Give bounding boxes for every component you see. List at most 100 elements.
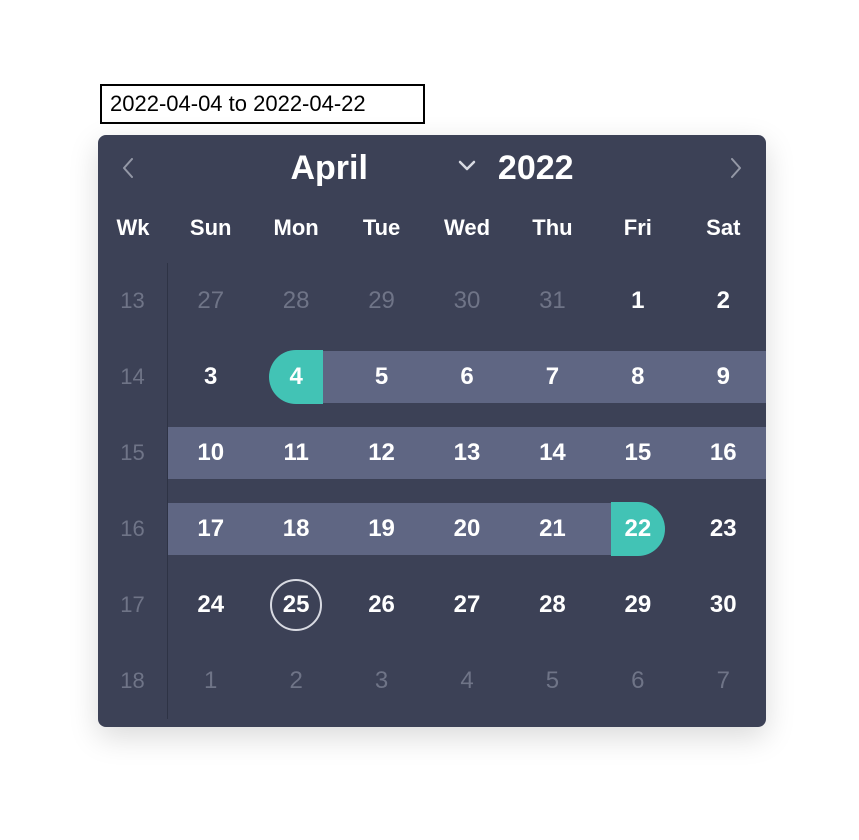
calendar-day[interactable]: 30 bbox=[424, 263, 509, 339]
calendar-day[interactable]: 11 bbox=[253, 415, 338, 491]
calendar-day[interactable]: 27 bbox=[424, 567, 509, 643]
month-select[interactable]: April bbox=[290, 149, 475, 188]
calendar-day[interactable]: 12 bbox=[339, 415, 424, 491]
calendar-day[interactable]: 21 bbox=[510, 491, 595, 567]
calendar-day[interactable]: 2 bbox=[681, 263, 766, 339]
week-number: 14 bbox=[98, 339, 168, 415]
week-number: 17 bbox=[98, 567, 168, 643]
calendar-day[interactable]: 13 bbox=[424, 415, 509, 491]
weekday-header-sat: Sat bbox=[681, 201, 766, 263]
weekday-header-sun: Sun bbox=[168, 201, 253, 263]
calendar-day-number: 13 bbox=[454, 439, 481, 467]
calendar-day[interactable]: 14 bbox=[510, 415, 595, 491]
calendar-day[interactable]: 27 bbox=[168, 263, 253, 339]
calendar-day-number: 12 bbox=[368, 439, 395, 467]
calendar-day-number: 5 bbox=[375, 363, 388, 391]
calendar-day[interactable]: 24 bbox=[168, 567, 253, 643]
calendar-day[interactable]: 3 bbox=[339, 643, 424, 719]
calendar-day[interactable]: 18 bbox=[253, 491, 338, 567]
calendar-day-number: 20 bbox=[454, 515, 481, 543]
chevron-left-icon bbox=[121, 157, 135, 179]
calendar-day[interactable]: 30 bbox=[681, 567, 766, 643]
calendar-day[interactable]: 29 bbox=[595, 567, 680, 643]
calendar-day[interactable]: 1 bbox=[595, 263, 680, 339]
calendar-day-number: 4 bbox=[269, 350, 323, 404]
calendar-day[interactable]: 7 bbox=[510, 339, 595, 415]
calendar-day-number: 31 bbox=[539, 287, 566, 315]
prev-month-button[interactable] bbox=[116, 157, 140, 179]
calendar-day[interactable]: 20 bbox=[424, 491, 509, 567]
calendar-day-number: 18 bbox=[283, 515, 310, 543]
calendar-day[interactable]: 3 bbox=[168, 339, 253, 415]
calendar-day-number: 19 bbox=[368, 515, 395, 543]
calendar-day[interactable]: 6 bbox=[424, 339, 509, 415]
calendar-day-number: 7 bbox=[717, 667, 730, 695]
chevron-right-icon bbox=[729, 157, 743, 179]
calendar-day[interactable]: 17 bbox=[168, 491, 253, 567]
calendar-day[interactable]: 1 bbox=[168, 643, 253, 719]
calendar-day[interactable]: 25 bbox=[253, 567, 338, 643]
calendar-day-number: 29 bbox=[368, 287, 395, 315]
calendar-day-number: 29 bbox=[625, 591, 652, 619]
calendar-day[interactable]: 7 bbox=[681, 643, 766, 719]
calendar-day[interactable]: 5 bbox=[339, 339, 424, 415]
chevron-down-icon bbox=[458, 159, 476, 177]
calendar-day[interactable]: 8 bbox=[595, 339, 680, 415]
calendar-day-number: 3 bbox=[375, 667, 388, 695]
calendar-day-number: 28 bbox=[283, 287, 310, 315]
calendar-day[interactable]: 19 bbox=[339, 491, 424, 567]
month-label: April bbox=[290, 149, 367, 188]
calendar-day-number: 6 bbox=[631, 667, 644, 695]
calendar-day[interactable]: 31 bbox=[510, 263, 595, 339]
calendar-header: April 2022 bbox=[98, 135, 766, 201]
year-select[interactable]: 2022 bbox=[498, 149, 574, 188]
weekday-header-thu: Thu bbox=[510, 201, 595, 263]
calendar-day-number: 3 bbox=[204, 363, 217, 391]
calendar-day[interactable]: 16 bbox=[681, 415, 766, 491]
calendar-day-number: 26 bbox=[368, 591, 395, 619]
calendar-day-number: 6 bbox=[460, 363, 473, 391]
calendar-day-number: 27 bbox=[454, 591, 481, 619]
date-range-input[interactable] bbox=[100, 84, 425, 124]
calendar-day-number: 28 bbox=[539, 591, 566, 619]
calendar-day[interactable]: 10 bbox=[168, 415, 253, 491]
calendar-day-number: 15 bbox=[625, 439, 652, 467]
calendar-day[interactable]: 28 bbox=[510, 567, 595, 643]
calendar-day-number: 16 bbox=[710, 439, 737, 467]
calendar-day-number: 30 bbox=[454, 287, 481, 315]
calendar-day-number: 21 bbox=[539, 515, 566, 543]
calendar-day-number: 4 bbox=[460, 667, 473, 695]
calendar-day[interactable]: 26 bbox=[339, 567, 424, 643]
weekday-header-mon: Mon bbox=[253, 201, 338, 263]
calendar-day-number: 8 bbox=[631, 363, 644, 391]
calendar-day-number: 14 bbox=[539, 439, 566, 467]
calendar-day[interactable]: 28 bbox=[253, 263, 338, 339]
week-number: 18 bbox=[98, 643, 168, 719]
calendar-panel: April 2022 Wk Sun Mon Tue Wed Thu Fri Sa… bbox=[98, 135, 766, 727]
calendar-day-number: 24 bbox=[197, 591, 224, 619]
next-month-button[interactable] bbox=[724, 157, 748, 179]
calendar-day-number: 22 bbox=[611, 502, 665, 556]
week-number: 16 bbox=[98, 491, 168, 567]
calendar-day[interactable]: 22 bbox=[595, 491, 680, 567]
week-column-header: Wk bbox=[98, 201, 168, 263]
calendar-day[interactable]: 6 bbox=[595, 643, 680, 719]
calendar-day-number: 2 bbox=[717, 287, 730, 315]
calendar-day-number: 1 bbox=[204, 667, 217, 695]
calendar-day-number: 7 bbox=[546, 363, 559, 391]
calendar-day-number: 30 bbox=[710, 591, 737, 619]
calendar-day[interactable]: 2 bbox=[253, 643, 338, 719]
calendar-day-number: 27 bbox=[197, 287, 224, 315]
calendar-day[interactable]: 4 bbox=[424, 643, 509, 719]
calendar-day[interactable]: 4 bbox=[253, 339, 338, 415]
weekday-header-fri: Fri bbox=[595, 201, 680, 263]
calendar-grid: Wk Sun Mon Tue Wed Thu Fri Sat 132728293… bbox=[98, 201, 766, 719]
calendar-day[interactable]: 23 bbox=[681, 491, 766, 567]
calendar-day[interactable]: 15 bbox=[595, 415, 680, 491]
calendar-day[interactable]: 29 bbox=[339, 263, 424, 339]
calendar-day-number: 10 bbox=[197, 439, 224, 467]
calendar-day-number: 9 bbox=[717, 363, 730, 391]
calendar-day[interactable]: 9 bbox=[681, 339, 766, 415]
calendar-day[interactable]: 5 bbox=[510, 643, 595, 719]
calendar-day-number: 23 bbox=[710, 515, 737, 543]
